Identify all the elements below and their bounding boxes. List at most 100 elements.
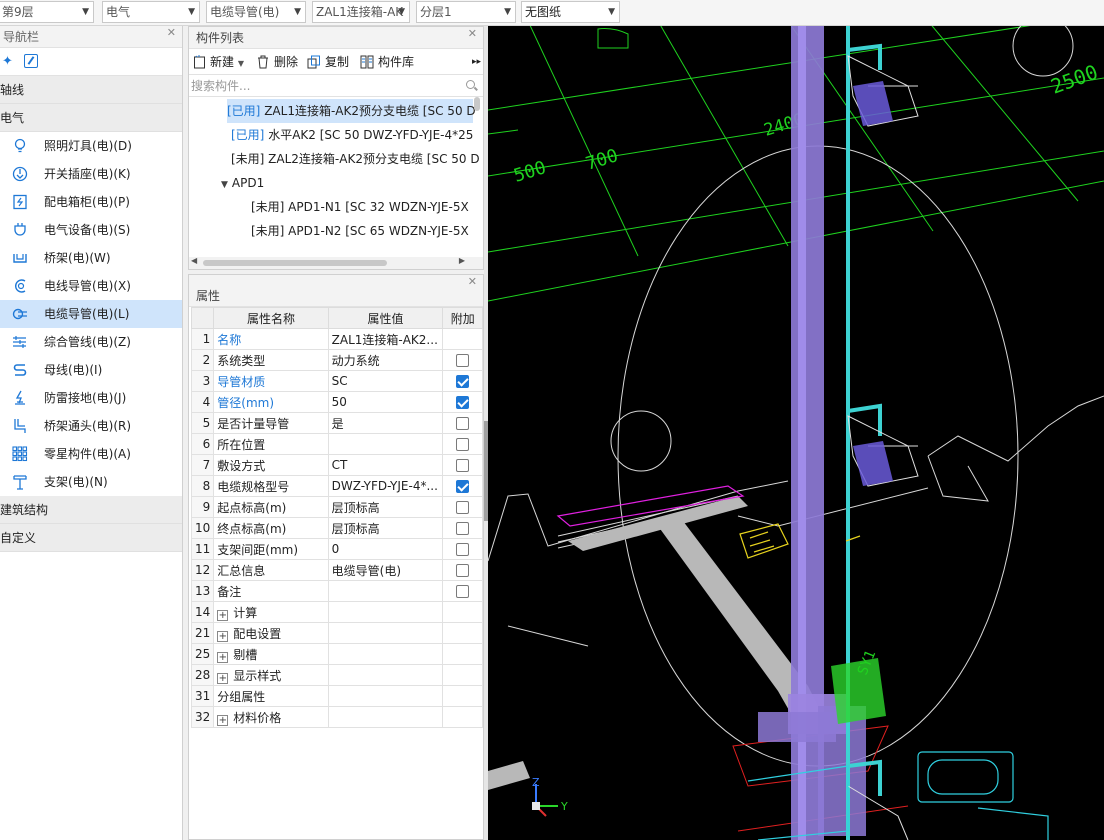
- delete-button[interactable]: 删除: [256, 54, 298, 70]
- close-icon[interactable]: ✕: [468, 27, 477, 40]
- property-row[interactable]: 21 + 配电设置: [190, 622, 483, 644]
- edit-icon[interactable]: [24, 54, 38, 68]
- nav-item-bridge-fitting[interactable]: 桥架通头(电)(R): [0, 412, 182, 440]
- property-value[interactable]: DWZ-YFD-YJE-4*...: [327, 475, 444, 497]
- nav-item-electric-device[interactable]: 电气设备(电)(S): [0, 216, 182, 244]
- nav-item-misc-component[interactable]: 零星构件(电)(A): [0, 440, 182, 468]
- cad-drawing[interactable]: 500 700 2400 2500 SY1 Z Y: [488, 26, 1104, 840]
- property-value[interactable]: SC: [327, 370, 444, 392]
- tree-item[interactable]: [未用] APD1-N1 [SC 32 WDZN-YJE-5X: [251, 195, 469, 219]
- property-value[interactable]: 0: [327, 538, 444, 560]
- nav-item-support[interactable]: 支架(电)(N): [0, 468, 182, 496]
- checkbox[interactable]: [456, 522, 470, 535]
- property-value[interactable]: [327, 601, 444, 623]
- property-value[interactable]: [327, 433, 444, 455]
- nav-group-custom[interactable]: 自定义: [0, 524, 182, 552]
- copy-button[interactable]: 复制: [307, 54, 349, 70]
- category-select[interactable]: 电缆导管(电) ▼: [206, 1, 306, 23]
- property-row[interactable]: 28 + 显示样式: [190, 664, 483, 686]
- discipline-select[interactable]: 电气 ▼: [102, 1, 200, 23]
- tree-item[interactable]: [未用] APD1-N2 [SC 65 WDZN-YJE-5X: [251, 219, 469, 243]
- nav-item-integrated-pipeline[interactable]: 综合管线(电)(Z): [0, 328, 182, 356]
- overflow-icon[interactable]: ▸▸: [472, 54, 481, 70]
- nav-item-wire-conduit[interactable]: 电线导管(电)(X): [0, 272, 182, 300]
- property-value[interactable]: [327, 643, 444, 665]
- scroll-right-icon[interactable]: ▶: [459, 256, 465, 265]
- property-row[interactable]: 13 备注: [190, 580, 483, 602]
- property-row[interactable]: 6 所在位置: [190, 433, 483, 455]
- property-row[interactable]: 3 导管材质 SC: [190, 370, 483, 392]
- checkbox[interactable]: [456, 417, 470, 430]
- property-value[interactable]: CT: [327, 454, 444, 476]
- nav-group-electric[interactable]: 电气: [0, 104, 182, 132]
- scrollbar-thumb[interactable]: [203, 260, 387, 266]
- property-value[interactable]: 动力系统: [327, 349, 444, 371]
- nav-item-cable-conduit[interactable]: 电缆导管(电)(L): [0, 300, 182, 328]
- property-row[interactable]: 9 起点标高(m) 层顶标高: [190, 496, 483, 518]
- nav-group-axis[interactable]: 轴线: [0, 76, 182, 104]
- property-value[interactable]: 层顶标高: [327, 517, 444, 539]
- checkbox[interactable]: [456, 585, 470, 598]
- property-row[interactable]: 1 名称 ZAL1连接箱-AK2...: [190, 328, 483, 350]
- property-value[interactable]: 电缆导管(电): [327, 559, 444, 581]
- horizontal-scrollbar[interactable]: ◀ ▶: [189, 256, 483, 269]
- property-row[interactable]: 10 终点标高(m) 层顶标高: [190, 517, 483, 539]
- checkbox[interactable]: [456, 459, 470, 472]
- expand-plus-icon[interactable]: +: [217, 630, 229, 642]
- checkbox-checked[interactable]: [456, 396, 470, 409]
- component-search-input[interactable]: 搜索构件...: [189, 75, 483, 97]
- checkbox[interactable]: [456, 438, 470, 451]
- nav-item-lightning-grounding[interactable]: 防雷接地(电)(J): [0, 384, 182, 412]
- nav-group-structure[interactable]: 建筑结构: [0, 496, 182, 524]
- expand-plus-icon[interactable]: +: [217, 672, 229, 684]
- property-value[interactable]: 是: [327, 412, 444, 434]
- checkbox[interactable]: [456, 564, 470, 577]
- floor-select[interactable]: 第9层 ▼: [0, 1, 94, 23]
- nav-item-switch-socket[interactable]: 开关插座(电)(K): [0, 160, 182, 188]
- property-row[interactable]: 5 是否计量导管 是: [190, 412, 483, 434]
- vertical-scrollbar[interactable]: [474, 97, 480, 111]
- property-row[interactable]: 4 管径(mm) 50: [190, 391, 483, 413]
- nav-item-lighting[interactable]: 照明灯具(电)(D): [0, 132, 182, 160]
- property-row[interactable]: 12 汇总信息 电缆导管(电): [190, 559, 483, 581]
- add-sparkle-icon[interactable]: ✦: [2, 54, 13, 69]
- expand-arrow-icon[interactable]: ▼: [221, 180, 228, 190]
- property-value[interactable]: [327, 664, 444, 686]
- checkbox-checked[interactable]: [456, 375, 470, 388]
- tree-item[interactable]: [已用] ZAL1连接箱-AK2预分支电缆 [SC 50 D: [227, 99, 476, 123]
- property-value[interactable]: [327, 580, 444, 602]
- property-row[interactable]: 8 电缆规格型号 DWZ-YFD-YJE-4*...: [190, 475, 483, 497]
- tree-item[interactable]: [已用] 水平AK2 [SC 50 DWZ-YFD-YJE-4*25: [231, 123, 473, 147]
- property-row[interactable]: 11 支架间距(mm) 0: [190, 538, 483, 560]
- library-button[interactable]: 构件库: [360, 54, 414, 70]
- property-row[interactable]: 2 系统类型 动力系统: [190, 349, 483, 371]
- close-icon[interactable]: ✕: [167, 26, 176, 39]
- property-value[interactable]: [327, 706, 444, 728]
- property-row[interactable]: 32 + 材料价格: [190, 706, 483, 728]
- scroll-left-icon[interactable]: ◀: [191, 256, 197, 265]
- sublayer-select[interactable]: 分层1 ▼: [416, 1, 516, 23]
- property-row[interactable]: 7 敷设方式 CT: [190, 454, 483, 476]
- nav-item-distribution-box[interactable]: 配电箱柜(电)(P): [0, 188, 182, 216]
- drawing-viewport[interactable]: 500 700 2400 2500 SY1 Z Y: [488, 26, 1104, 840]
- expand-plus-icon[interactable]: +: [217, 714, 229, 726]
- tree-item[interactable]: [未用] ZAL2连接箱-AK2预分支电缆 [SC 50 D: [231, 147, 480, 171]
- property-row[interactable]: 14 + 计算: [190, 601, 483, 623]
- property-value[interactable]: [327, 622, 444, 644]
- expand-plus-icon[interactable]: +: [217, 609, 229, 621]
- checkbox[interactable]: [456, 543, 470, 556]
- chevron-down-icon[interactable]: ▼: [238, 59, 244, 68]
- property-row[interactable]: 31 分组属性: [190, 685, 483, 707]
- nav-item-busbar[interactable]: 母线(电)(I): [0, 356, 182, 384]
- component-select[interactable]: ZAL1连接箱-AK ▼: [312, 1, 410, 23]
- nav-item-bridge[interactable]: 桥架(电)(W): [0, 244, 182, 272]
- search-icon[interactable]: [466, 80, 475, 89]
- property-value[interactable]: ZAL1连接箱-AK2...: [327, 328, 444, 350]
- property-value[interactable]: 层顶标高: [327, 496, 444, 518]
- property-value[interactable]: [327, 685, 444, 707]
- new-button[interactable]: 新建 ▼: [193, 54, 244, 70]
- property-value[interactable]: 50: [327, 391, 444, 413]
- checkbox[interactable]: [456, 501, 470, 514]
- close-icon[interactable]: ✕: [468, 275, 477, 288]
- property-row[interactable]: 25 + 剔槽: [190, 643, 483, 665]
